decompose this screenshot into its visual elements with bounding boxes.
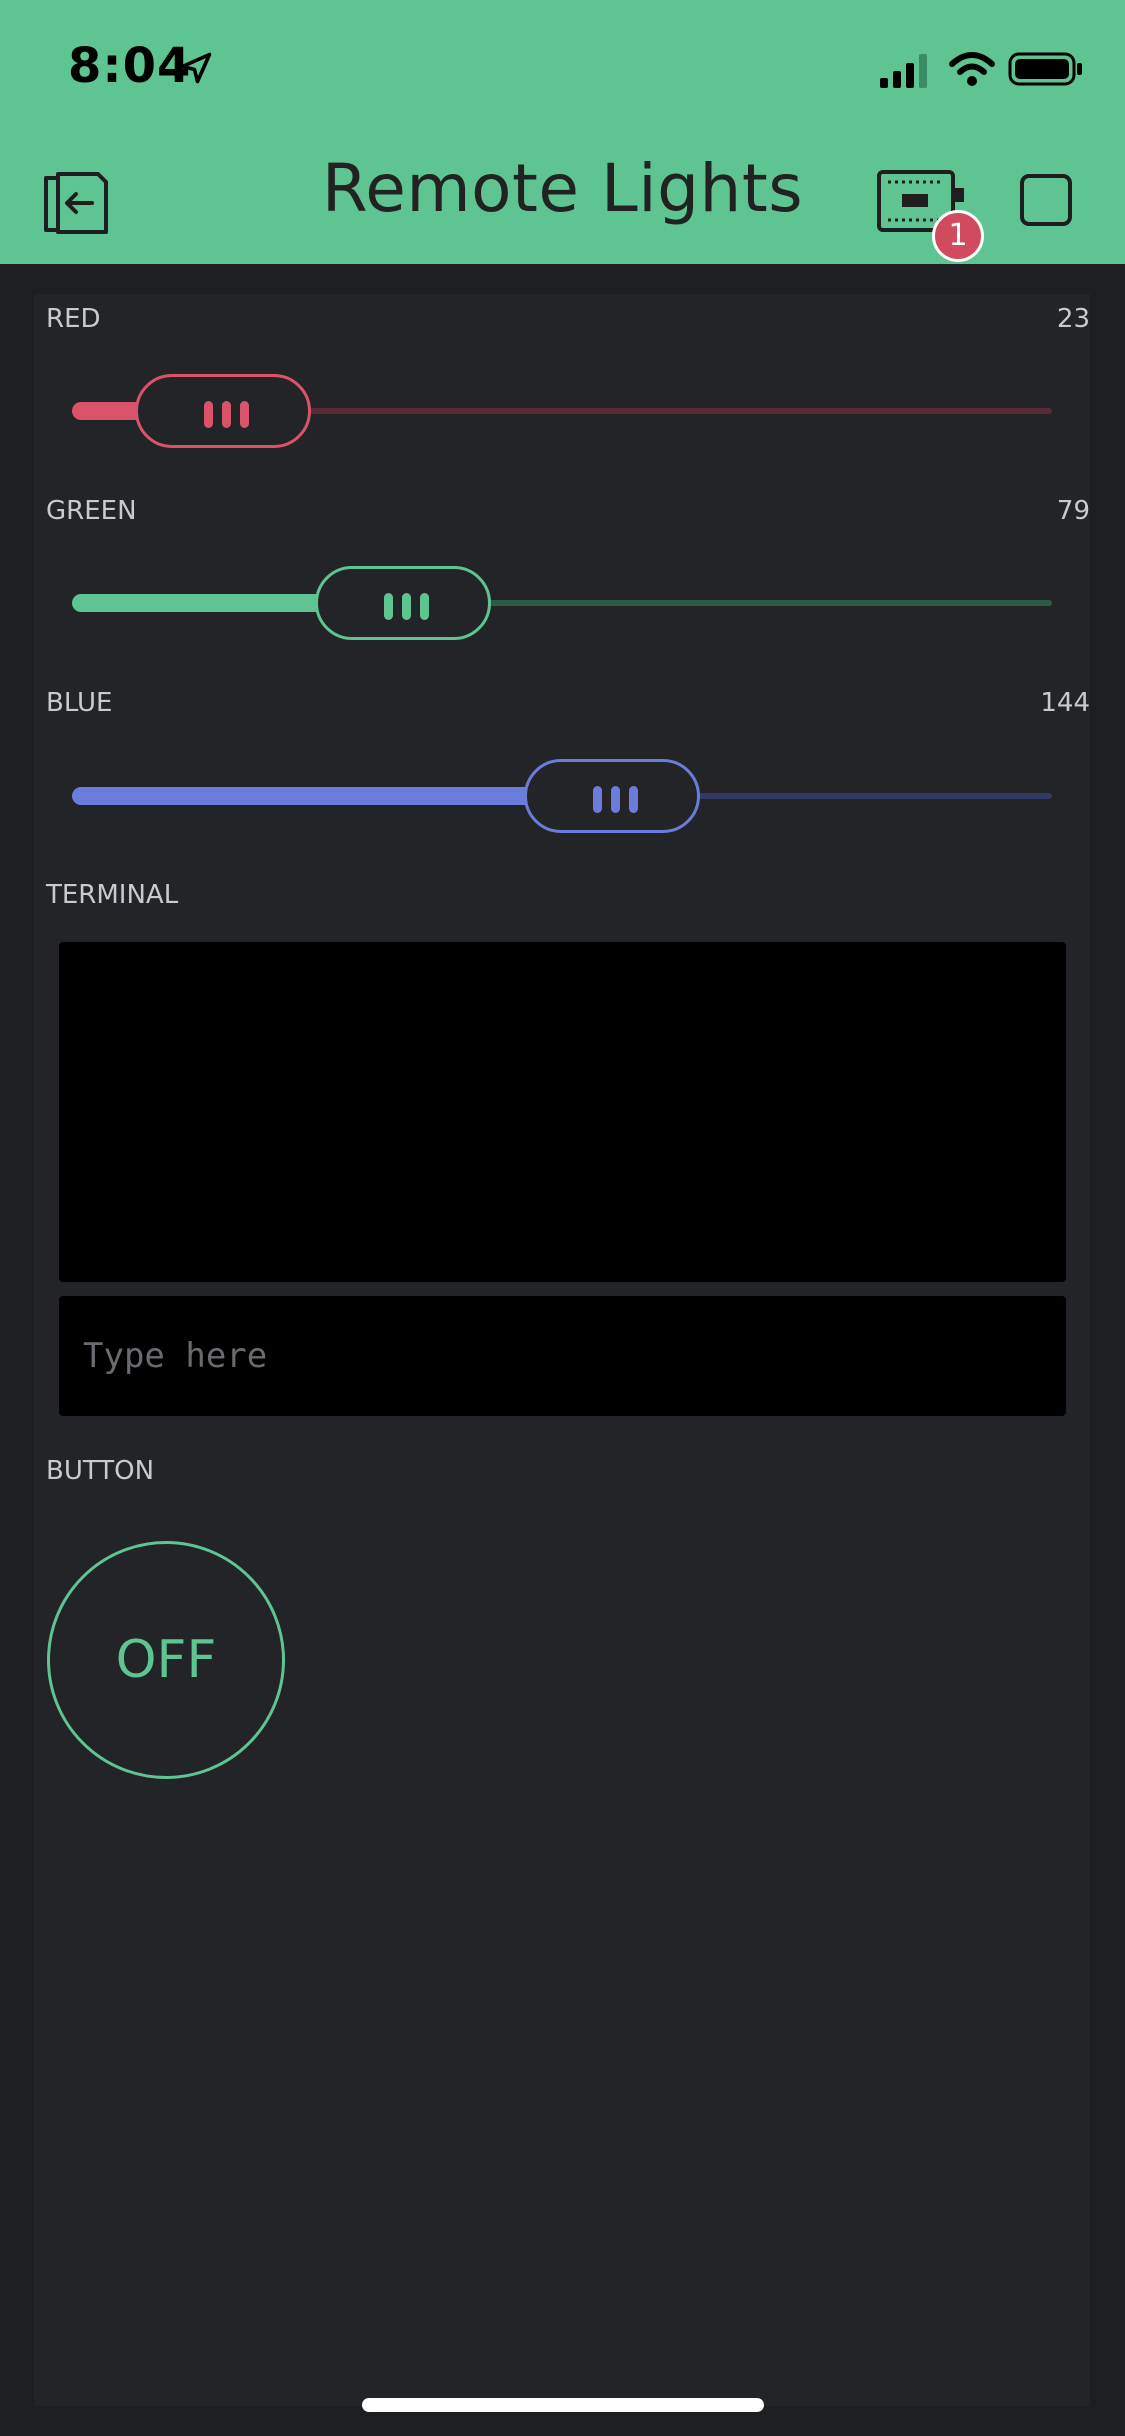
blue-slider-label: BLUE (46, 688, 113, 718)
blue-slider-value: 144 (1040, 688, 1090, 718)
stop-project-button[interactable] (1020, 174, 1072, 226)
cellular-signal-icon (880, 54, 927, 88)
grip-icon (204, 401, 213, 428)
status-time: 8:04 (68, 38, 192, 94)
slider-fill (72, 787, 564, 805)
grip-icon (240, 401, 249, 428)
terminal-label: TERMINAL (46, 880, 179, 910)
grip-icon (611, 786, 620, 813)
slider-handle[interactable] (135, 374, 311, 448)
slider-fill (72, 594, 355, 612)
grip-icon (222, 401, 231, 428)
red-slider-value: 23 (1056, 304, 1090, 334)
battery-icon (1008, 52, 1082, 86)
grip-icon (402, 593, 411, 620)
location-arrow-icon (180, 52, 212, 84)
wifi-icon (949, 52, 995, 86)
slider-handle[interactable] (524, 759, 700, 833)
notification-badge: 1 (932, 210, 984, 262)
slider-handle[interactable] (315, 566, 491, 640)
red-slider-label: RED (46, 304, 101, 334)
terminal-input[interactable] (59, 1296, 1066, 1416)
grip-icon (593, 786, 602, 813)
green-slider-label: GREEN (46, 496, 137, 526)
grip-icon (629, 786, 638, 813)
app-header: 8:04 Remote Lights 1 (0, 0, 1125, 264)
green-slider-value: 79 (1056, 496, 1090, 526)
button-widget-label: BUTTON (46, 1456, 155, 1486)
grip-icon (420, 593, 429, 620)
grip-icon (384, 593, 393, 620)
terminal-output (59, 942, 1066, 1282)
toggle-button[interactable]: OFF (47, 1541, 285, 1779)
home-indicator (362, 2398, 764, 2412)
